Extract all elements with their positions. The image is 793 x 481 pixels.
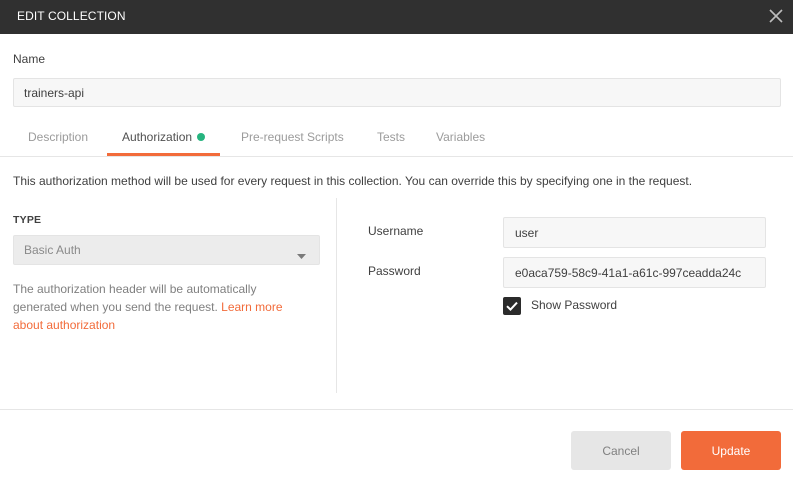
tab-description-label: Description [28, 130, 89, 144]
chevron-down-icon [297, 248, 306, 262]
username-label: Username [368, 224, 424, 238]
footer-divider [0, 409, 793, 410]
close-icon[interactable] [765, 5, 787, 27]
tab-bar: Description Authorization Pre-request Sc… [0, 121, 793, 157]
dialog-titlebar: EDIT COLLECTION [0, 0, 793, 34]
password-input[interactable] [503, 257, 766, 288]
tab-tests-label: Tests [377, 130, 406, 144]
checkmark-icon [506, 301, 518, 312]
tab-pre-request-scripts-label: Pre-request Scripts [241, 130, 344, 144]
tab-variables[interactable]: Variables [421, 121, 500, 156]
tab-description[interactable]: Description [13, 121, 103, 156]
tab-authorization-label: Authorization [122, 130, 193, 144]
auth-type-value: Basic Auth [24, 243, 81, 257]
dialog-title: EDIT COLLECTION [17, 9, 126, 23]
show-password-checkbox[interactable] [503, 297, 521, 315]
cancel-button[interactable]: Cancel [571, 431, 671, 470]
show-password-label: Show Password [531, 298, 618, 312]
tab-pre-request-scripts[interactable]: Pre-request Scripts [226, 121, 359, 156]
name-input[interactable] [13, 78, 781, 107]
tab-authorization[interactable]: Authorization [107, 121, 221, 156]
username-input[interactable] [503, 217, 766, 248]
auth-info-text: This authorization method will be used f… [13, 174, 693, 188]
status-dot [197, 133, 206, 141]
tab-variables-label: Variables [436, 130, 486, 144]
auth-type-select[interactable]: Basic Auth [13, 235, 320, 265]
auth-help: The authorization header will be automat… [13, 280, 313, 334]
tab-tests[interactable]: Tests [362, 121, 420, 156]
update-button[interactable]: Update [681, 431, 781, 470]
auth-help-text: The authorization header will be automat… [13, 282, 257, 314]
type-label: TYPE [13, 214, 42, 226]
password-label: Password [368, 264, 421, 278]
column-divider [336, 198, 337, 393]
name-label: Name [13, 52, 46, 66]
